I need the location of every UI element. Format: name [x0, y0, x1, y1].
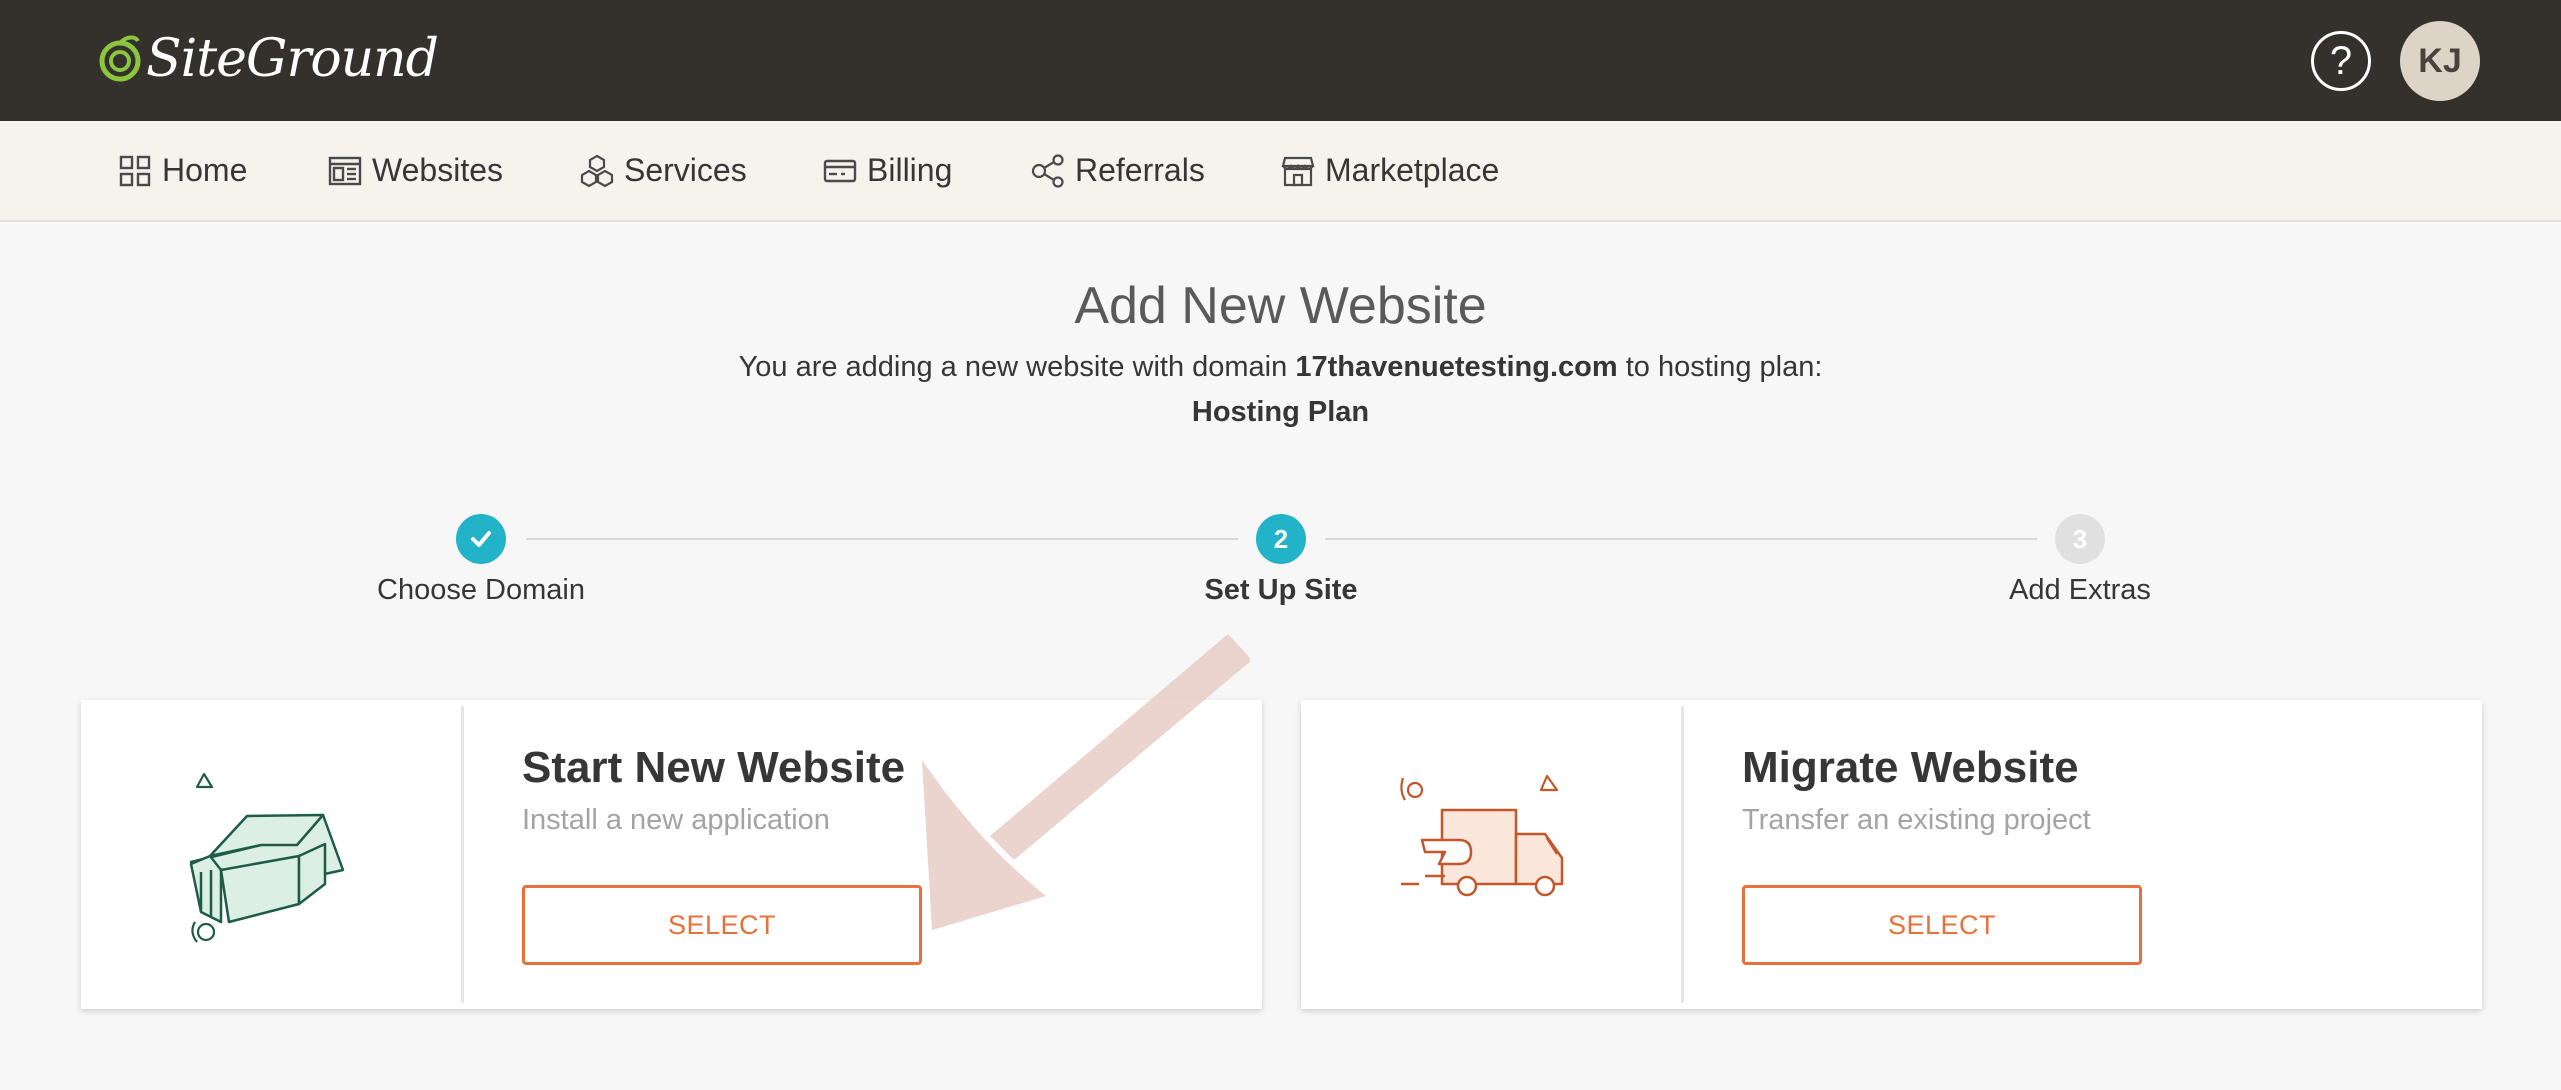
- nav-item-marketplace[interactable]: Marketplace: [1281, 121, 1499, 220]
- step-2-indicator: 2: [1256, 514, 1306, 564]
- card-title: Migrate Website: [1742, 743, 2079, 792]
- siteground-logo[interactable]: SiteGround: [98, 28, 439, 90]
- nav-label-billing: Billing: [867, 152, 953, 188]
- step-1-label: Choose Domain: [377, 574, 585, 606]
- step-1-indicator: [456, 514, 506, 564]
- card-divider: [1681, 706, 1684, 1003]
- page-subtitle: You are adding a new website with domain…: [0, 351, 2561, 384]
- cubes-icon: [580, 154, 614, 187]
- hosting-plan-name: Hosting Plan: [1191, 396, 1370, 428]
- websites-icon: [328, 156, 362, 185]
- start-new-website-card[interactable]: Start New Website Install a new applicat…: [81, 700, 1262, 1009]
- main-nav: Home Websites Services Billing Referrals: [0, 121, 2561, 222]
- user-avatar[interactable]: KJ: [2400, 21, 2480, 101]
- step-2-label: Set Up Site: [1204, 574, 1358, 606]
- card-divider: [461, 706, 464, 1003]
- siteground-logo-icon: [99, 35, 141, 82]
- migrate-website-card[interactable]: Migrate Website Transfer an existing pro…: [1301, 700, 2482, 1009]
- nav-item-services[interactable]: Services: [580, 121, 747, 220]
- step-connector-2: [1325, 538, 2037, 540]
- page-title: Add New Website: [1074, 277, 1487, 335]
- grid-icon: [119, 155, 151, 186]
- help-button[interactable]: ?: [2311, 31, 2371, 91]
- nav-item-home[interactable]: Home: [118, 121, 247, 220]
- nav-item-billing[interactable]: Billing: [823, 121, 952, 220]
- share-icon: [1031, 153, 1064, 188]
- step-connector-1: [526, 538, 1238, 540]
- step-3-indicator: 3: [2055, 514, 2105, 564]
- store-icon: [1281, 156, 1315, 186]
- card-description: Transfer an existing project: [1742, 804, 2091, 836]
- top-bar: SiteGround ? KJ: [0, 0, 2561, 121]
- house-icon: [189, 772, 345, 943]
- nav-label-websites: Websites: [372, 152, 504, 188]
- brand-name: SiteGround: [146, 29, 439, 89]
- subtitle-prefix: You are adding a new website with domain: [738, 351, 1296, 383]
- question-circle-icon: ?: [2329, 38, 2353, 83]
- nav-item-websites[interactable]: Websites: [328, 121, 503, 220]
- nav-label-marketplace: Marketplace: [1325, 152, 1500, 188]
- nav-item-referrals[interactable]: Referrals: [1031, 121, 1205, 220]
- credit-card-icon: [823, 159, 857, 182]
- subtitle-suffix: to hosting plan:: [1617, 351, 1823, 383]
- domain-name: 17thavenuetesting.com: [1295, 351, 1618, 383]
- select-start-new-website-button[interactable]: SELECT: [522, 885, 922, 965]
- card-title: Start New Website: [522, 743, 906, 792]
- delivery-truck-icon: [1400, 774, 1564, 897]
- card-description: Install a new application: [522, 804, 830, 836]
- nav-label-referrals: Referrals: [1075, 152, 1205, 188]
- step-3-label: Add Extras: [2009, 574, 2151, 606]
- nav-label-home: Home: [162, 152, 248, 188]
- select-migrate-website-button[interactable]: SELECT: [1742, 885, 2142, 965]
- checkmark-icon: [471, 531, 491, 547]
- nav-label-services: Services: [624, 152, 747, 188]
